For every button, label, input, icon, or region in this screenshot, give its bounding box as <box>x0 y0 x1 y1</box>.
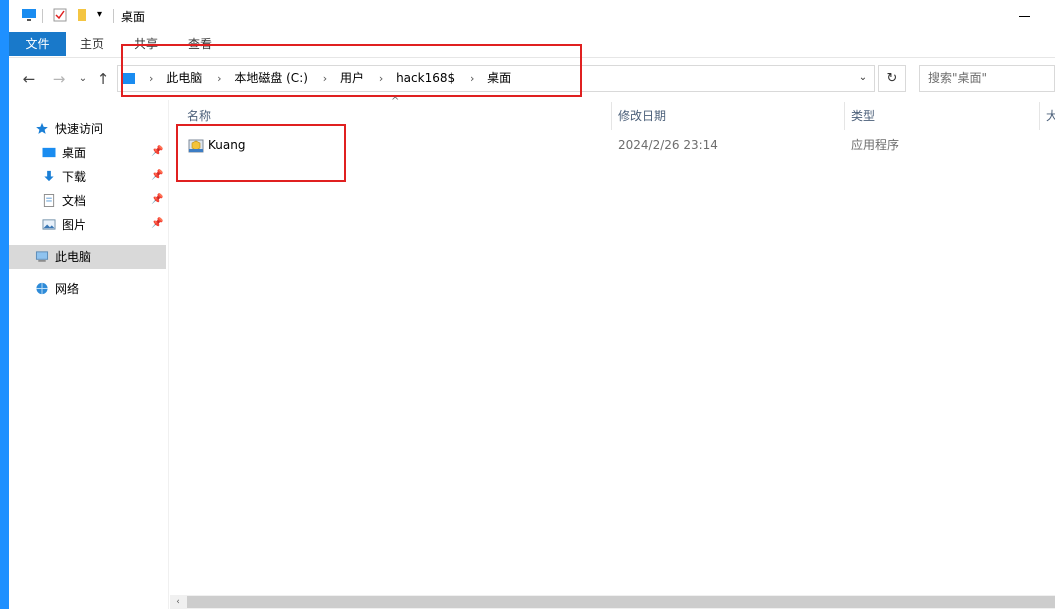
file-type: 应用程序 <box>851 138 900 152</box>
recent-locations-chevron-icon[interactable]: ⌄ <box>73 69 93 89</box>
sidebar-item-network[interactable]: 网络 <box>9 277 166 301</box>
column-divider[interactable] <box>844 102 845 130</box>
sidebar-item-downloads[interactable]: 下载 📌 <box>9 165 166 189</box>
download-icon <box>44 170 54 182</box>
sidebar-item-this-pc[interactable]: 此电脑 <box>9 245 166 269</box>
back-arrow-icon[interactable]: ← <box>19 69 39 89</box>
sort-ascending-icon: ^ <box>391 96 400 107</box>
address-highlight-box <box>121 44 582 97</box>
desktop-icon <box>42 147 56 158</box>
up-arrow-icon[interactable]: ↑ <box>93 69 113 89</box>
column-divider[interactable] <box>611 102 612 130</box>
pin-icon[interactable]: 📌 <box>151 194 163 205</box>
sidebar-item-label: 此电脑 <box>55 250 92 264</box>
tab-file[interactable]: 文件 <box>9 32 66 56</box>
sidebar-item-quick-access[interactable]: 快速访问 <box>9 117 166 141</box>
sidebar-item-label: 图片 <box>62 218 87 232</box>
computer-icon[interactable] <box>21 8 37 22</box>
refresh-button[interactable]: ↻ <box>878 65 906 92</box>
scrollbar-thumb[interactable] <box>187 596 1055 608</box>
network-icon <box>36 282 48 295</box>
document-icon <box>43 194 55 207</box>
title-separator <box>113 9 114 23</box>
address-history-dropdown-icon[interactable]: ⌄ <box>855 70 871 86</box>
computer-icon <box>35 251 49 262</box>
new-folder-icon[interactable] <box>76 8 88 22</box>
horizontal-scrollbar[interactable]: ‹ <box>170 595 1055 609</box>
star-icon <box>36 122 48 134</box>
title-bar: ▾ 桌面 <box>9 0 1055 32</box>
navigation-pane: 快速访问 桌面 📌 下载 📌 文档 📌 图片 📌 此电脑 网络 <box>9 100 169 609</box>
sidebar-item-label: 快速访问 <box>55 122 104 136</box>
column-header-type[interactable]: 类型 <box>851 104 875 128</box>
pin-icon[interactable]: 📌 <box>151 218 163 229</box>
column-header-size[interactable]: 大 <box>1046 104 1055 128</box>
window-title: 桌面 <box>121 10 146 24</box>
sidebar-item-pictures[interactable]: 图片 📌 <box>9 213 166 237</box>
sidebar-item-label: 下载 <box>62 170 87 184</box>
forward-arrow-icon[interactable]: → <box>49 69 69 89</box>
column-divider[interactable] <box>1039 102 1040 130</box>
tab-home[interactable]: 主页 <box>69 32 115 56</box>
scroll-left-arrow-icon[interactable]: ‹ <box>170 595 186 609</box>
customize-dropdown-icon[interactable]: ▾ <box>97 9 102 20</box>
picture-icon <box>42 219 56 230</box>
title-separator <box>42 9 43 23</box>
file-highlight-box <box>176 124 346 182</box>
sidebar-item-label: 网络 <box>55 282 80 296</box>
properties-icon[interactable] <box>53 8 67 22</box>
column-header-date-modified[interactable]: 修改日期 <box>618 104 666 128</box>
pin-icon[interactable]: 📌 <box>151 146 163 157</box>
file-modified-date: 2024/2/26 23:14 <box>618 138 718 152</box>
sidebar-item-label: 桌面 <box>62 146 87 160</box>
search-input[interactable]: 搜索"桌面" <box>919 65 1055 92</box>
minimize-button[interactable] <box>1019 8 1033 22</box>
sidebar-item-label: 文档 <box>62 194 87 208</box>
left-accent-bar <box>0 0 9 609</box>
sidebar-item-documents[interactable]: 文档 📌 <box>9 189 166 213</box>
pin-icon[interactable]: 📌 <box>151 170 163 181</box>
sidebar-item-desktop[interactable]: 桌面 📌 <box>9 141 166 165</box>
